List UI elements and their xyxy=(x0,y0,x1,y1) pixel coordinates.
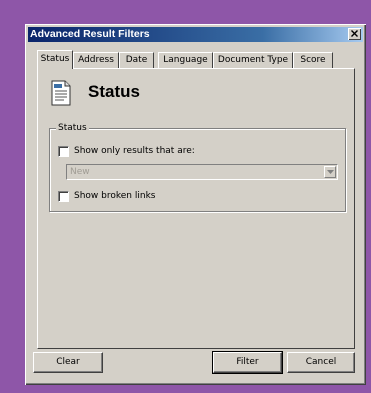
status-group-label: Status xyxy=(56,122,89,134)
tab-status[interactable]: Status xyxy=(37,50,73,69)
tab-address-label: Address xyxy=(78,55,114,65)
cancel-button[interactable]: Cancel xyxy=(287,352,355,373)
dropdown-arrow-button[interactable] xyxy=(324,166,336,178)
cancel-button-label: Cancel xyxy=(305,357,337,367)
status-dropdown-value: New xyxy=(70,167,90,177)
tab-score-label: Score xyxy=(300,55,326,65)
tab-date[interactable]: Date xyxy=(119,52,154,68)
show-broken-links-label[interactable]: Show broken links xyxy=(74,190,155,203)
status-dropdown[interactable]: New xyxy=(66,164,338,180)
tab-document-type[interactable]: Document Type xyxy=(213,52,293,68)
tab-status-label: Status xyxy=(40,54,70,64)
show-broken-links-checkbox[interactable] xyxy=(58,191,69,202)
document-icon xyxy=(51,80,71,106)
title-bar[interactable]: Advanced Result Filters xyxy=(28,27,363,42)
clear-button[interactable]: Clear xyxy=(33,352,103,373)
panel-heading: Status xyxy=(88,82,140,101)
tab-date-label: Date xyxy=(125,55,148,65)
show-only-results-checkbox[interactable] xyxy=(58,146,69,157)
filter-button-label: Filter xyxy=(236,357,259,367)
window-title: Advanced Result Filters xyxy=(30,28,150,40)
tab-score[interactable]: Score xyxy=(293,52,333,68)
show-only-results-label[interactable]: Show only results that are: xyxy=(74,145,195,158)
close-button[interactable] xyxy=(348,28,361,40)
chevron-down-icon xyxy=(327,170,334,174)
tab-document-type-label: Document Type xyxy=(217,55,289,65)
filter-button[interactable]: Filter xyxy=(212,351,283,374)
tab-language-label: Language xyxy=(163,55,208,65)
advanced-result-filters-dialog: Advanced Result Filters Status Address D… xyxy=(25,24,366,385)
clear-button-label: Clear xyxy=(56,357,80,367)
close-icon xyxy=(351,30,358,37)
tab-address[interactable]: Address xyxy=(73,52,119,68)
tab-language[interactable]: Language xyxy=(158,52,213,68)
status-tab-panel: Status Status Show only results that are… xyxy=(37,68,355,349)
status-groupbox: Status Show only results that are: New S… xyxy=(49,122,346,212)
